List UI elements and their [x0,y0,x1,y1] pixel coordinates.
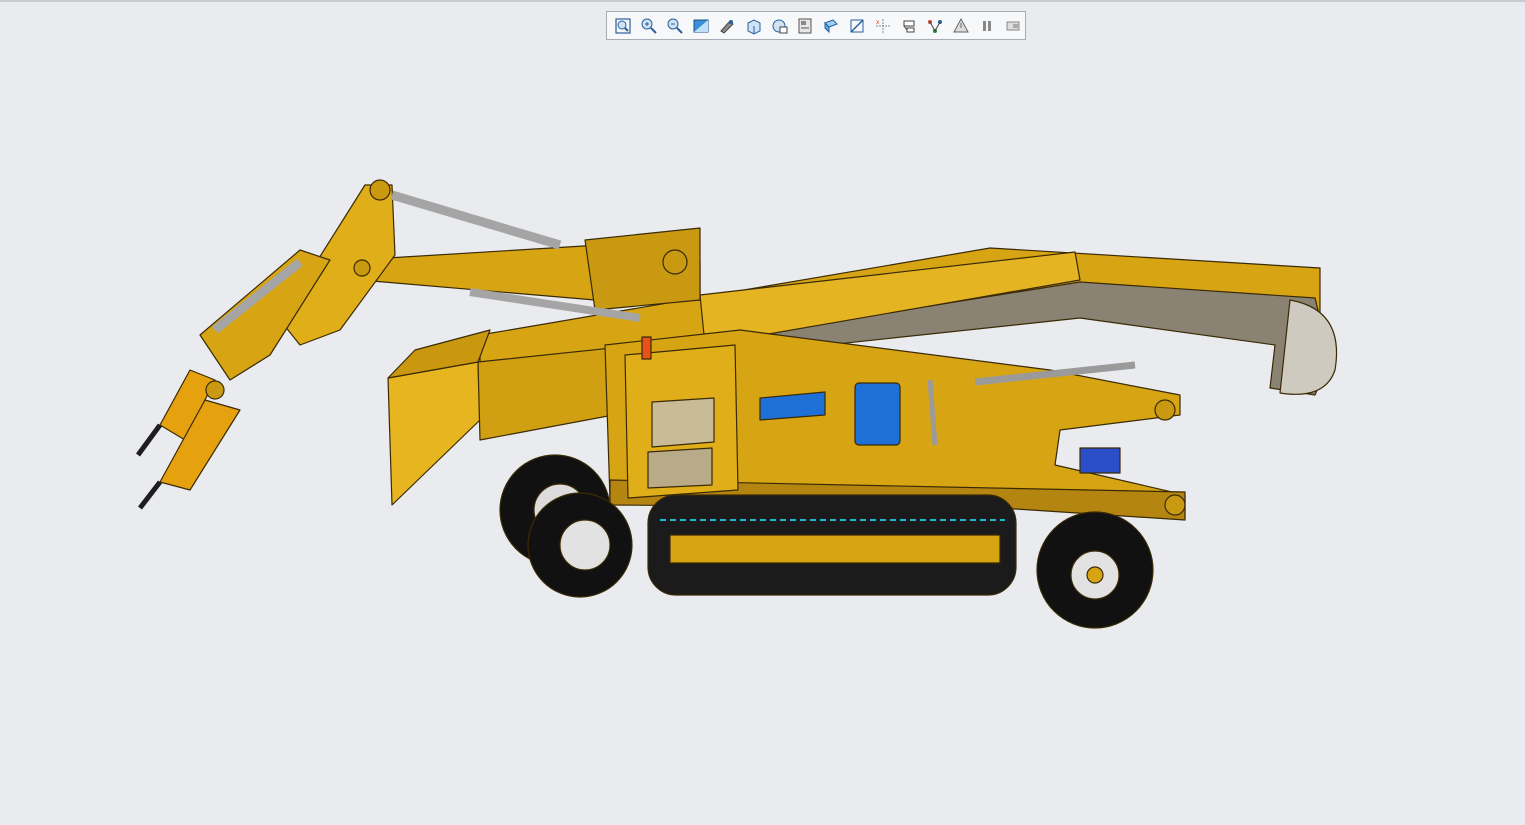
rear-wheel-center [1086,566,1104,584]
sketch-display-icon [926,17,944,35]
hopper-front [387,361,481,506]
front-wheel-hub [559,519,611,571]
rear-link-pin [1154,399,1176,421]
display-style-icon [718,17,736,35]
pause-icon [978,17,996,35]
zoom-out-icon [666,17,684,35]
perspective-icon [796,17,814,35]
appearance-icon [952,17,970,35]
saved-orientations-button[interactable] [742,15,764,37]
svg-text:x: x [876,19,880,26]
view-manager-button[interactable] [768,15,790,37]
hydraulic-motor-right [854,382,901,446]
appearance-button[interactable] [950,15,972,37]
window-top-border [0,0,1525,2]
machine-model [135,179,1338,629]
conveyor-pulley [1279,299,1338,395]
rear-motor [1079,447,1121,474]
stick-pin [353,259,371,277]
view-manager-icon [770,17,788,35]
sketch-display-button[interactable] [924,15,946,37]
datum-display-button[interactable] [846,15,868,37]
model-viewport[interactable] [0,42,1525,825]
boom-pivot-pin [369,179,391,201]
boom-joint-pin [662,249,688,275]
pause-button[interactable] [976,15,998,37]
zoom-fit-icon [614,17,632,35]
perspective-button[interactable] [794,15,816,37]
zoom-in-button[interactable] [638,15,660,37]
repaint-icon [692,17,710,35]
graphics-options-button[interactable] [1002,15,1024,37]
cabin-window-lower [647,447,713,489]
track-frame [669,534,1001,564]
cabin-window-upper [651,397,715,448]
zoom-in-icon [640,17,658,35]
section-button[interactable] [820,15,842,37]
zoom-fit-button[interactable] [612,15,634,37]
section-icon [822,17,840,35]
saved-orientations-icon [744,17,762,35]
display-style-button[interactable] [716,15,738,37]
datum-display-icon [848,17,866,35]
spin-center-button[interactable] [898,15,920,37]
breaker-chisel-upper [135,423,163,457]
breaker-chisel-lower [138,480,162,510]
breaker-pin [205,380,225,400]
graphics-toolbar: x [606,11,1026,40]
repaint-button[interactable] [690,15,712,37]
chassis-pin [1164,494,1186,516]
annotation-display-icon: x [874,17,892,35]
graphics-options-icon [1004,17,1022,35]
annotation-display-button[interactable]: x [872,15,894,37]
zoom-out-button[interactable] [664,15,686,37]
warning-light [641,336,652,360]
spin-center-icon [900,17,918,35]
boom-cylinder-upper [390,190,562,250]
